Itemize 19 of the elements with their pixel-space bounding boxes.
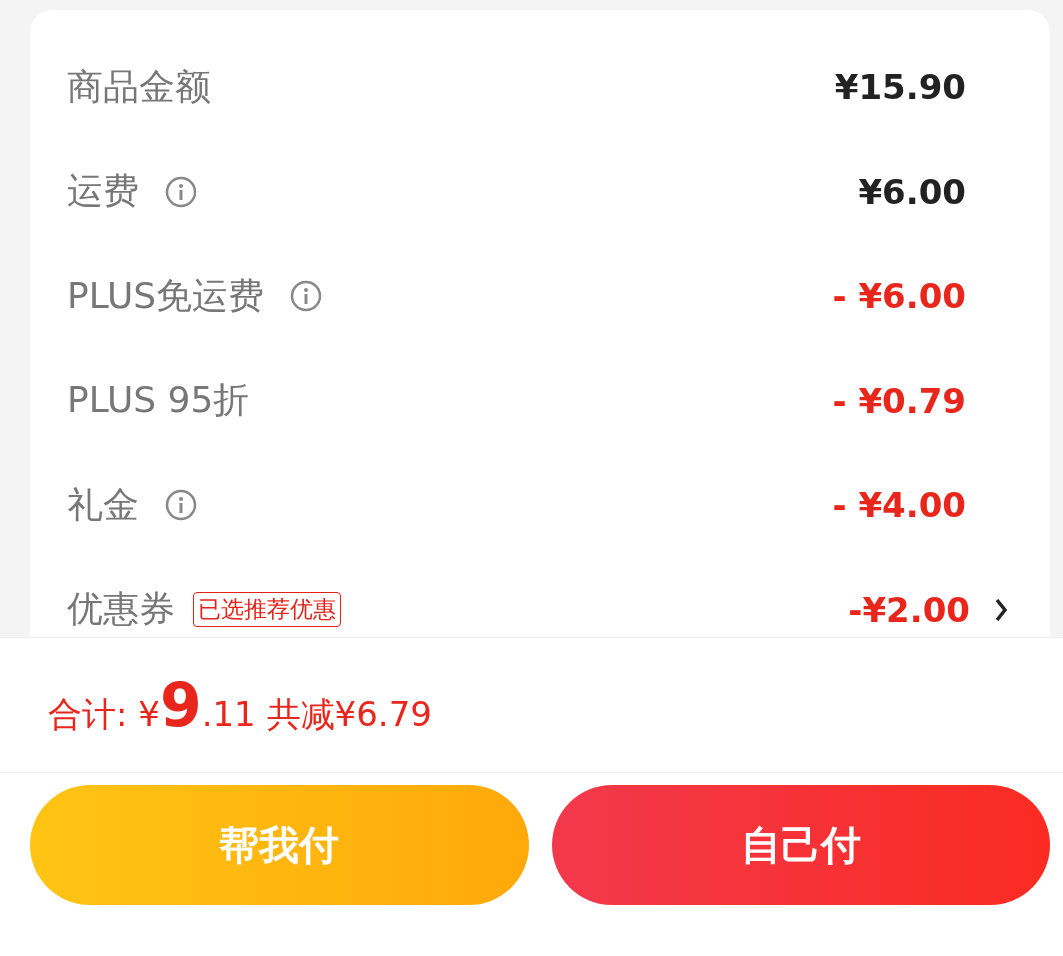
row-amount: - ¥4.00 bbox=[832, 485, 966, 526]
info-icon[interactable] bbox=[165, 489, 197, 522]
pay-button[interactable]: 自己付 bbox=[551, 785, 1050, 905]
row-amount: - ¥0.79 bbox=[832, 380, 966, 421]
info-icon[interactable] bbox=[290, 280, 323, 313]
row-amount: -¥2.00 bbox=[848, 589, 970, 630]
row-label: PLUS免运费 bbox=[67, 273, 265, 318]
row-label: 商品金额 bbox=[67, 64, 211, 109]
row-amount: - ¥6.00 bbox=[832, 276, 966, 317]
row-label: PLUS 95折 bbox=[67, 378, 250, 423]
row-label: 运费 bbox=[67, 169, 139, 214]
total-amount: 合计: ¥9.11 共减¥6.79 bbox=[48, 670, 432, 740]
coupon-tag: 已选推荐优惠 bbox=[193, 592, 341, 628]
row-amount: ¥6.00 bbox=[858, 171, 966, 212]
row-amount: ¥15.90 bbox=[834, 67, 966, 108]
info-icon[interactable] bbox=[165, 175, 197, 208]
chevron-icon[interactable] bbox=[994, 596, 1008, 623]
row-label: 礼金 bbox=[67, 482, 139, 527]
row-label: 优惠券 bbox=[67, 587, 175, 632]
